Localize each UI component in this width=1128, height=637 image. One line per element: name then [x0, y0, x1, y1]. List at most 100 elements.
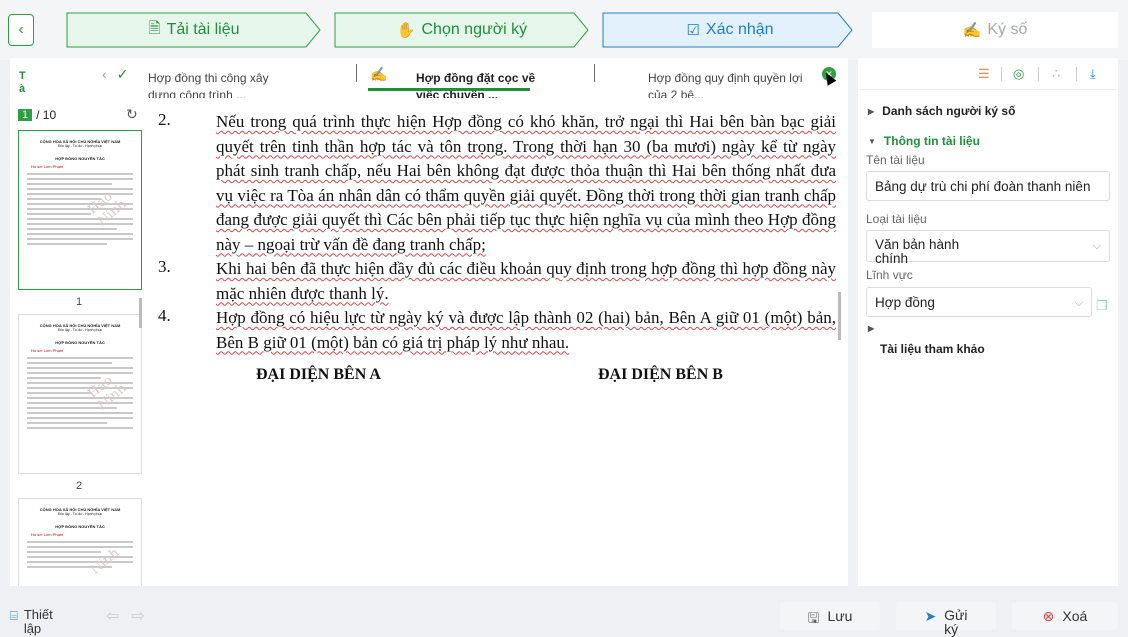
- thumbnail-scrollbar[interactable]: [139, 298, 142, 328]
- signature-icon: ✍: [370, 66, 388, 82]
- send-sign-button[interactable]: ➤ Gửi ký: [896, 602, 996, 636]
- step-digital-sign[interactable]: ✍ Ký số: [872, 12, 1118, 48]
- page-thumbnail[interactable]: CỘNG HÒA XÃ HỘI CHỦ NGHĨA VIỆT NAM Độc l…: [18, 498, 142, 586]
- page-thumbnail[interactable]: CỘNG HÒA XÃ HỘI CHỦ NGHĨA VIỆT NAM Độc l…: [18, 130, 142, 290]
- undo-redo: ⇦ ⇨: [106, 606, 145, 626]
- field-value: Hợp đồng: [875, 295, 935, 310]
- info-section-toggle[interactable]: ▼ Thông tin tài liệu: [868, 134, 980, 148]
- clause-number: 2.: [158, 110, 171, 129]
- document-name-field[interactable]: Bảng dự trù chi phí đoàn thanh niên: [866, 171, 1110, 201]
- setup-button[interactable]: ⌸ Thiết lập: [10, 608, 53, 636]
- references-section-toggle[interactable]: ▶: [868, 324, 874, 333]
- chevron-down-icon: ⌵: [1074, 297, 1083, 309]
- send-label: Gửi ký: [944, 607, 968, 637]
- document-scrollbar[interactable]: [838, 292, 841, 340]
- document-name-label: Tên tài liệu: [866, 153, 925, 167]
- toolbar-divider: [1076, 67, 1077, 81]
- info-section-title: Thông tin tài liệu: [883, 134, 980, 148]
- clause-number: 3.: [158, 257, 171, 276]
- tab-collapsed-label[interactable]: T à: [19, 70, 26, 96]
- thumb-subheader: Độc lập - Tự do - Hạnh phúc: [57, 144, 103, 148]
- bottom-action-bar: ⌸ Thiết lập ⇦ ⇨ 🖫 Lưu ➤ Gửi ký ⊗ Xoá: [0, 596, 1128, 637]
- tab-nav: ‹ ✓: [102, 66, 128, 83]
- setup-label: Thiết lập: [23, 607, 53, 636]
- clause-text: Hợp đồng có hiệu lực từ ngày ký và được …: [216, 308, 836, 352]
- caret-right-icon: ▶: [868, 106, 875, 116]
- delete-button[interactable]: ⊗ Xoá: [1012, 602, 1118, 630]
- save-icon: 🖫: [807, 610, 820, 626]
- clause-number: 4.: [158, 306, 171, 325]
- document-content: 2. Nếu trong quá trình thực hiện Hợp đồn…: [148, 98, 836, 586]
- add-field-icon[interactable]: ❐: [1096, 298, 1108, 314]
- close-circle-icon: ⊗: [1042, 608, 1055, 624]
- step-bar: ‹ 🗎 Tải tài liệu ✋ Chọn người ký ☑ Xác nhận…: [0, 0, 1128, 60]
- step-label: Ký số: [987, 21, 1028, 38]
- crop-icon: ⌸: [10, 608, 18, 623]
- share-icon[interactable]: ∴: [1052, 66, 1060, 82]
- document-tabs: T à ‹ ✓ Hợp đồng thi công xây dựng công …: [10, 58, 848, 102]
- step-label: Tải tài liệu: [166, 21, 240, 38]
- check-square-icon: ☑: [686, 22, 700, 39]
- chevron-down-icon: ⌵: [1092, 240, 1101, 252]
- chevron-left-icon: ‹: [18, 21, 24, 38]
- document-name-value: Bảng dự trù chi phí đoàn thanh niên: [875, 179, 1091, 194]
- thumb-subheader: Độc lập - Tự do - Hạnh phúc: [57, 328, 103, 332]
- thumb-subheader: Độc lập - Tự do - Hạnh phúc: [57, 512, 103, 516]
- panel-toolbar: ☰ ◎ ∴ ⤓: [858, 58, 1118, 90]
- representative-a: ĐẠI DIỆN BÊN A: [256, 366, 381, 383]
- thumb-stamp: Hồ sơ: Linh Phạm: [31, 532, 64, 537]
- page-counter: 1 / 10: [18, 108, 56, 122]
- document-type-label: Loại tài liệu: [866, 212, 927, 226]
- representative-b: ĐẠI DIỆN BÊN B: [598, 366, 723, 383]
- field-label: Lĩnh vực: [866, 268, 913, 282]
- thumb-page-number: 2: [75, 480, 83, 492]
- current-page[interactable]: 1: [18, 109, 33, 121]
- upload-file-icon: 🗎: [148, 19, 161, 37]
- document-type-select[interactable]: Văn bản hành chính ⌵: [866, 230, 1110, 266]
- arrow-right-icon[interactable]: ⇨: [131, 606, 144, 626]
- thumb-title: HỢP ĐỒNG NGUYÊN TẮC: [55, 156, 105, 161]
- arrow-left-icon[interactable]: ⇦: [106, 606, 119, 626]
- save-button[interactable]: 🖫 Lưu: [780, 602, 880, 630]
- right-panel: ☰ ◎ ∴ ⤓ ▶ Danh sách người ký số ▼ Thông …: [858, 58, 1118, 586]
- field-select[interactable]: Hợp đồng ⌵: [866, 287, 1092, 317]
- rotate-icon[interactable]: ↻: [126, 106, 138, 123]
- page-thumbnail[interactable]: CỘNG HÒA XÃ HỘI CHỦ NGHĨA VIỆT NAM Độc l…: [18, 314, 142, 474]
- thumb-page-number: 1: [75, 296, 83, 308]
- signers-section-toggle[interactable]: ▶ Danh sách người ký số: [868, 104, 1015, 118]
- references-section-title[interactable]: Tài liệu tham khảo: [880, 342, 985, 356]
- check-circle-icon: ✓: [116, 66, 129, 82]
- download-icon[interactable]: ⤓: [1090, 66, 1096, 82]
- step-confirm[interactable]: ☑ Xác nhận: [602, 12, 858, 48]
- step-label: Chọn người ký: [421, 21, 528, 38]
- toolbar-divider: [1001, 67, 1002, 81]
- thumb-stamp: Hồ sơ: Linh Phạm: [31, 164, 64, 169]
- delete-label: Xoá: [1062, 608, 1088, 624]
- document-type-value: Văn bản hành chính: [875, 237, 960, 266]
- thumb-title: HỢP ĐỒNG NGUYÊN TẮC: [55, 340, 105, 345]
- history-icon[interactable]: ◎: [1013, 66, 1024, 82]
- save-label: Lưu: [827, 608, 853, 624]
- tab-divider: [594, 64, 595, 82]
- caret-right-icon: ▶: [868, 324, 875, 333]
- caret-down-icon: ▼: [868, 136, 876, 146]
- thumbnail-list: 1 / 10 ↻ CỘNG HÒA XÃ HỘI CHỦ NGHĨA VIỆT …: [10, 98, 148, 586]
- signature-icon: ✍: [962, 22, 982, 39]
- toolbar-divider: [1038, 67, 1039, 81]
- step-choose-signer[interactable]: ✋ Chọn người ký: [334, 12, 590, 48]
- back-button[interactable]: ‹: [8, 14, 34, 46]
- hand-person-icon: ✋: [396, 22, 416, 39]
- step-upload[interactable]: 🗎 Tải tài liệu: [66, 12, 322, 48]
- tab-divider: [356, 64, 357, 82]
- chevron-left-icon[interactable]: ‹: [102, 66, 107, 83]
- thumb-title: HỢP ĐỒNG NGUYÊN TẮC: [55, 524, 105, 529]
- clause-text: Khi hai bên đã thực hiện đầy đủ các điều…: [216, 259, 836, 303]
- total-pages: / 10: [36, 108, 57, 122]
- document-list-icon[interactable]: ☰: [978, 66, 990, 82]
- clause-text: Nếu trong quá trình thực hiện Hợp đồng c…: [216, 112, 836, 254]
- signers-section-title: Danh sách người ký số: [882, 104, 1016, 118]
- send-icon: ➤: [924, 608, 937, 624]
- thumb-stamp: Hồ sơ: Linh Phạm: [31, 348, 64, 353]
- active-tab-indicator: [368, 88, 530, 91]
- step-label: Xác nhận: [705, 21, 774, 38]
